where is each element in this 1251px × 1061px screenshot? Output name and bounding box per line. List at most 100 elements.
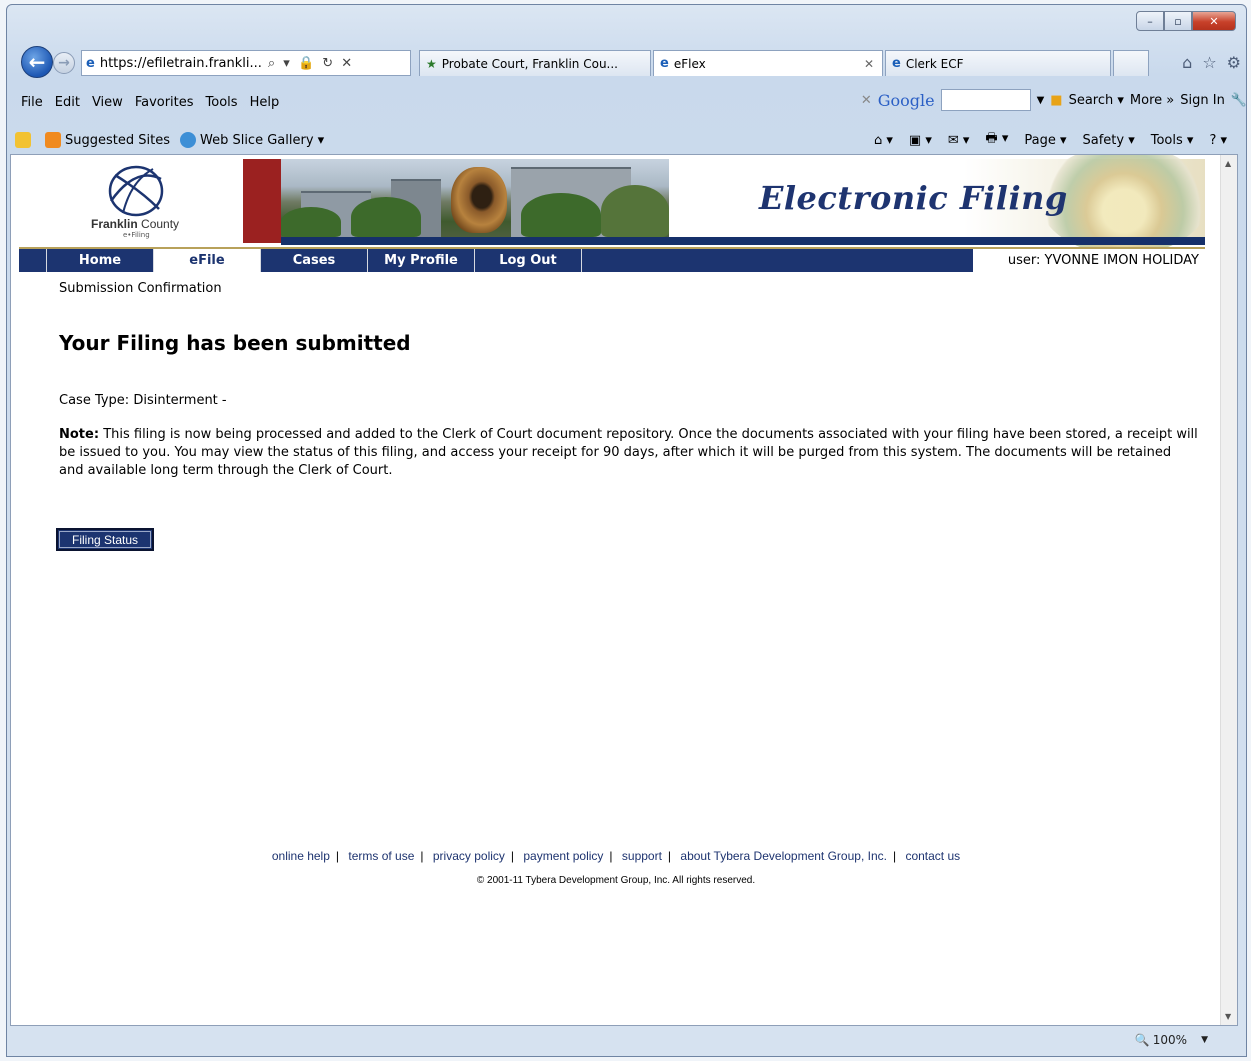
google-sign-in-link[interactable]: Sign In <box>1180 93 1225 108</box>
close-window-button[interactable]: ✕ <box>1192 11 1236 31</box>
site-header: Franklin County e•Filing Electronic Fili… <box>19 155 1209 255</box>
tab-label: Probate Court, Franklin Cou... <box>441 56 618 71</box>
cmd-help-icon[interactable]: ? ▾ <box>1209 133 1227 148</box>
browser-right-icons: ⌂ ☆ ⚙ <box>1182 53 1241 72</box>
nav-my-profile[interactable]: My Profile <box>368 249 475 272</box>
nav-cases[interactable]: Cases <box>261 249 368 272</box>
breadcrumb: Submission Confirmation <box>59 281 222 296</box>
close-toolbar-icon[interactable]: ✕ <box>861 93 872 108</box>
globe-logo-icon <box>108 165 164 217</box>
back-button[interactable]: ← <box>21 46 53 78</box>
vertical-scrollbar[interactable]: ▲ ▼ <box>1220 155 1237 1025</box>
menu-help[interactable]: Help <box>244 95 286 110</box>
footer-link-contact-us[interactable]: contact us <box>905 849 960 863</box>
web-slice-icon <box>179 132 196 148</box>
favorites-star-icon[interactable] <box>15 132 35 148</box>
ie-icon: e <box>660 56 669 71</box>
bookmark-star-icon: ★ <box>426 56 437 71</box>
logo-efiling-sub: e•Filing <box>123 231 150 239</box>
status-bar: 🔍 100% ▼ <box>10 1028 1238 1052</box>
back-arrow-icon: ← <box>28 50 46 74</box>
google-logo: Google <box>877 90 935 110</box>
cmd-feeds-icon[interactable]: ▣ ▾ <box>909 133 932 148</box>
note-text: This filing is now being processed and a… <box>59 427 1198 478</box>
web-slice-gallery-label: Web Slice Gallery ▾ <box>199 132 325 148</box>
google-search-icon: ■ <box>1050 92 1063 108</box>
logo-county-suffix: County <box>141 217 180 231</box>
zoom-level[interactable]: 100% <box>1153 1033 1187 1047</box>
nav-home[interactable]: Home <box>47 249 154 272</box>
menu-file[interactable]: File <box>15 95 49 110</box>
current-user-label: user: YVONNE IMON HOLIDAY <box>973 249 1205 272</box>
address-row: ← → e https://efiletrain.frankli... ⌕ ▾ … <box>15 43 1247 83</box>
new-tab-button[interactable] <box>1113 50 1149 76</box>
wrench-icon[interactable]: 🔧 <box>1231 93 1247 108</box>
chevron-down-icon[interactable]: ▼ <box>1201 1035 1208 1045</box>
google-toolbar: ✕ Google ▼ ■ Search ▾ More » Sign In 🔧 <box>861 89 1247 111</box>
header-red-block <box>243 159 281 243</box>
nav-efile[interactable]: eFile <box>154 249 261 272</box>
footer-link-privacy-policy[interactable]: privacy policy <box>433 849 505 863</box>
page-viewport: Franklin County e•Filing Electronic Fili… <box>10 154 1238 1026</box>
nav-log-out[interactable]: Log Out <box>475 249 582 272</box>
note-paragraph: Note: This filing is now being processed… <box>59 426 1199 480</box>
footer-link-about[interactable]: about Tybera Development Group, Inc. <box>680 849 887 863</box>
google-search-input[interactable] <box>940 89 1031 111</box>
address-url[interactable]: https://efiletrain.frankli... <box>100 56 262 71</box>
address-actions[interactable]: ⌕ ▾ 🔒 ↻ ✕ <box>268 56 354 71</box>
suggested-sites-link[interactable]: Suggested Sites <box>45 132 170 148</box>
footer-link-payment-policy[interactable]: payment policy <box>523 849 603 863</box>
address-bar[interactable]: e https://efiletrain.frankli... ⌕ ▾ 🔒 ↻ … <box>81 50 411 76</box>
tab-clerk-ecf[interactable]: e Clerk ECF <box>885 50 1111 76</box>
footer-copyright: © 2001-11 Tybera Development Group, Inc.… <box>476 875 756 886</box>
logo-text: Franklin County <box>91 217 179 231</box>
cmd-safety-menu[interactable]: Safety ▾ <box>1083 133 1135 148</box>
ie-icon: e <box>86 55 95 71</box>
site-nav: Home eFile Cases My Profile Log Out user… <box>19 247 1205 272</box>
site-title: Electronic Filing <box>759 179 1068 217</box>
tab-label: eFlex <box>673 56 706 71</box>
cmd-print-icon[interactable]: 🖶 ▾ <box>985 129 1008 151</box>
scroll-down-icon[interactable]: ▼ <box>1225 1012 1231 1021</box>
menu-edit[interactable]: Edit <box>49 95 86 110</box>
zoom-icon: 🔍 <box>1134 1033 1150 1047</box>
cmd-home-icon[interactable]: ⌂ ▾ <box>874 133 893 148</box>
web-slice-gallery-link[interactable]: Web Slice Gallery ▾ <box>179 132 325 148</box>
minimize-button[interactable]: – <box>1136 11 1164 31</box>
gear-icon[interactable]: ⚙ <box>1227 53 1241 72</box>
nav-spacer <box>19 249 47 272</box>
cmd-mail-icon[interactable]: ✉ ▾ <box>948 133 970 148</box>
google-more-button[interactable]: More » <box>1130 93 1174 108</box>
menu-view[interactable]: View <box>86 95 129 110</box>
header-stripe <box>281 237 1205 245</box>
forward-button[interactable]: → <box>53 52 75 74</box>
google-search-button[interactable]: Search ▾ <box>1069 93 1124 108</box>
tab-label: Clerk ECF <box>905 56 964 71</box>
footer-link-online-help[interactable]: online help <box>272 849 330 863</box>
filing-status-button[interactable]: Filing Status <box>56 528 155 551</box>
cmd-page-menu[interactable]: Page ▾ <box>1024 133 1066 148</box>
window-controls: – ▫ ✕ <box>1136 11 1236 31</box>
menu-favorites[interactable]: Favorites <box>129 95 200 110</box>
menu-bar: File Edit View Favorites Tools Help ✕ Go… <box>15 87 1247 117</box>
footer-link-terms-of-use[interactable]: terms of use <box>348 849 414 863</box>
favorites-bar: Suggested Sites Web Slice Gallery ▾ ⌂ ▾ … <box>15 125 1247 155</box>
main-content: Submission Confirmation Your Filing has … <box>56 281 1209 551</box>
footer-links: online help | terms of use | privacy polic… <box>271 849 961 863</box>
maximize-button[interactable]: ▫ <box>1164 11 1192 31</box>
close-tab-icon[interactable]: ✕ <box>864 57 874 71</box>
chevron-down-icon[interactable]: ▼ <box>1037 95 1045 106</box>
menu-tools[interactable]: Tools <box>200 95 244 110</box>
franklin-county-logo[interactable]: Franklin County e•Filing <box>19 159 243 243</box>
forward-arrow-icon: → <box>58 55 70 71</box>
home-icon[interactable]: ⌂ <box>1182 53 1192 72</box>
tab-eflex[interactable]: e eFlex ✕ <box>653 50 883 76</box>
ie-icon: e <box>892 56 901 71</box>
footer-link-support[interactable]: support <box>622 849 662 863</box>
note-label: Note: <box>59 427 100 442</box>
page-title: Your Filing has been submitted <box>59 331 411 355</box>
cmd-tools-menu[interactable]: Tools ▾ <box>1151 133 1194 148</box>
scroll-up-icon[interactable]: ▲ <box>1225 159 1231 168</box>
favorites-star-icon[interactable]: ☆ <box>1202 53 1216 72</box>
tab-probate-court[interactable]: ★ Probate Court, Franklin Cou... <box>419 50 651 76</box>
